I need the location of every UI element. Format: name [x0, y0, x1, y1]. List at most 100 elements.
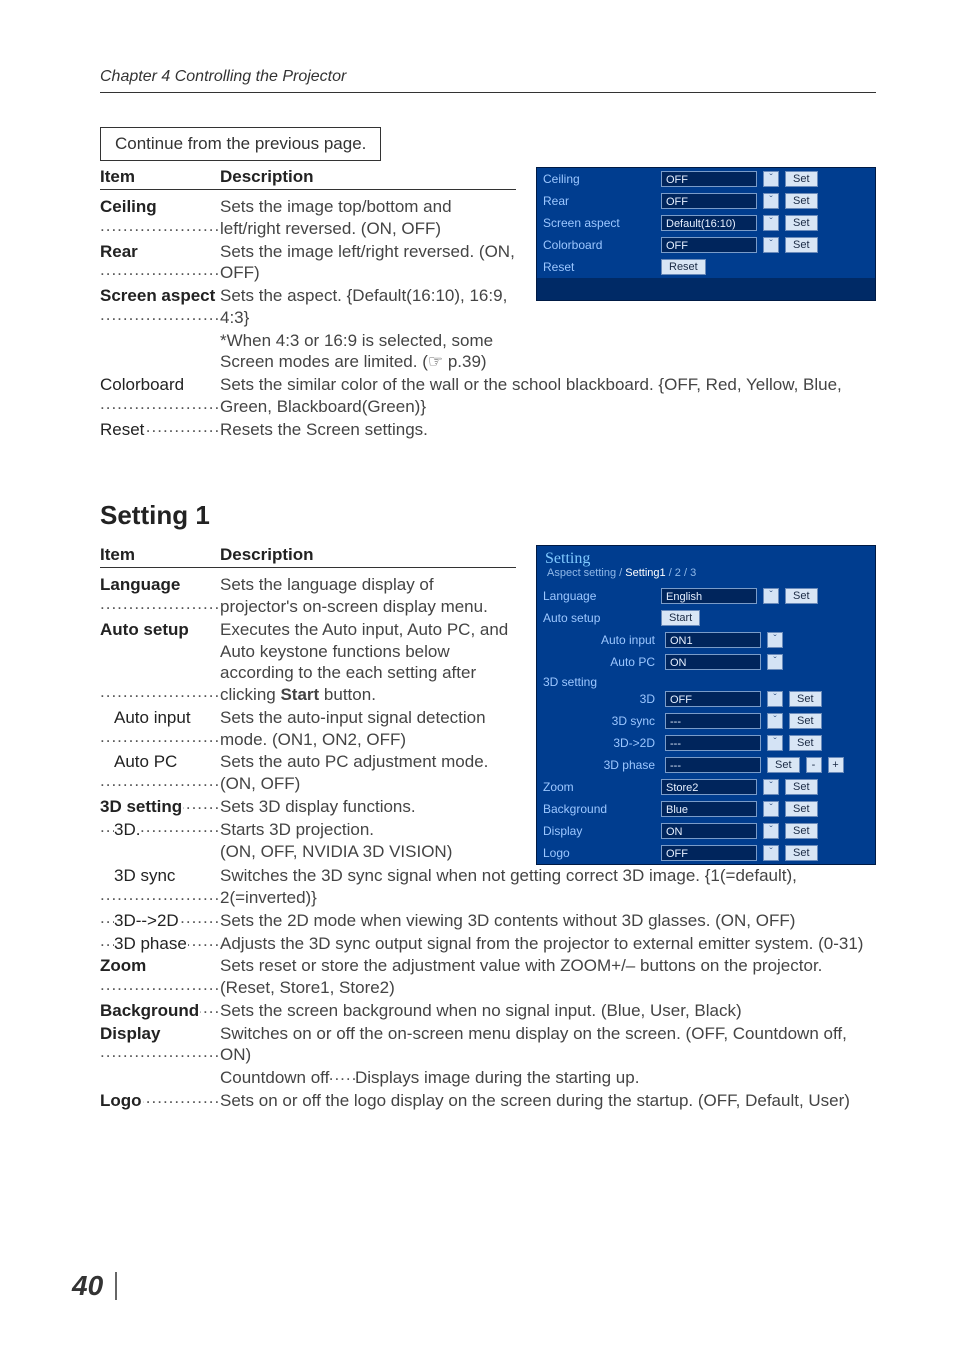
- chevron-down-icon[interactable]: ˇ: [763, 193, 779, 209]
- item-label: 3D sync.................................…: [100, 865, 220, 909]
- chevron-down-icon[interactable]: ˇ: [763, 845, 779, 861]
- item-label: 3D phase................................…: [100, 933, 220, 955]
- item-desc: Starts 3D projection.: [220, 819, 516, 841]
- panel-label: 3D sync: [597, 715, 659, 727]
- chevron-down-icon[interactable]: ˇ: [763, 215, 779, 231]
- item-desc: Executes the Auto input, Auto PC, and Au…: [220, 619, 516, 706]
- set-button[interactable]: Set: [789, 691, 822, 707]
- panel-row: Auto inputON1ˇ: [537, 629, 875, 651]
- plus-button[interactable]: +: [828, 757, 844, 773]
- select-value[interactable]: ---: [665, 713, 761, 729]
- item-desc: (ON, OFF, NVIDIA 3D VISION): [220, 841, 516, 863]
- definition-row: (ON, OFF, NVIDIA 3D VISION): [100, 841, 516, 863]
- item-label: Auto input..............................…: [100, 707, 220, 751]
- set-button[interactable]: Set: [785, 237, 818, 253]
- chevron-down-icon[interactable]: ˇ: [767, 713, 783, 729]
- panel-label: Background: [543, 803, 655, 815]
- item-desc: Sets the aspect. {Default(16:10), 16:9, …: [220, 285, 516, 329]
- item-desc: Sets the language display of projector's…: [220, 574, 516, 618]
- select-value[interactable]: Default(16:10): [661, 215, 757, 231]
- item-desc: Switches on or off the on-screen menu di…: [220, 1023, 876, 1067]
- item-desc: Sets the image top/bottom and left/right…: [220, 196, 516, 240]
- set-button[interactable]: Set: [789, 735, 822, 751]
- chevron-down-icon[interactable]: ˇ: [763, 801, 779, 817]
- select-value[interactable]: OFF: [661, 237, 757, 253]
- select-value[interactable]: ---: [665, 757, 761, 773]
- set-button[interactable]: Set: [785, 588, 818, 604]
- select-value[interactable]: OFF: [661, 193, 757, 209]
- panel-label: Rear: [543, 195, 655, 207]
- panel-label: 3D->2D: [597, 737, 659, 749]
- panel-label: Auto setup: [543, 612, 655, 624]
- definition-row: 3D sync.................................…: [100, 865, 876, 909]
- definition-row: 3D phase................................…: [100, 933, 876, 955]
- set-button[interactable]: Set: [785, 193, 818, 209]
- chevron-down-icon[interactable]: ˇ: [763, 588, 779, 604]
- select-value[interactable]: OFF: [661, 171, 757, 187]
- panel-row: 3DOFFˇSet: [537, 688, 875, 710]
- minus-button[interactable]: -: [806, 757, 822, 773]
- item-desc: Sets reset or store the adjustment value…: [220, 955, 876, 999]
- item-desc: Sets the auto PC adjustment mode. (ON, O…: [220, 751, 516, 795]
- item-desc: Sets 3D display functions.: [220, 796, 516, 818]
- select-value[interactable]: ON1: [665, 632, 761, 648]
- set-button[interactable]: Set: [785, 779, 818, 795]
- item-desc: Adjusts the 3D sync output signal from t…: [220, 933, 876, 955]
- panel-row: LogoOFFˇSet: [537, 842, 875, 864]
- set-button[interactable]: Set: [785, 845, 818, 861]
- set-button[interactable]: Set: [785, 823, 818, 839]
- item-desc: Countdown off...........................…: [220, 1067, 876, 1089]
- action-button[interactable]: Start: [661, 610, 700, 626]
- item-label: Language................................…: [100, 574, 220, 618]
- action-button[interactable]: Reset: [661, 259, 706, 275]
- set-button[interactable]: Set: [789, 713, 822, 729]
- chevron-down-icon[interactable]: ˇ: [767, 691, 783, 707]
- continue-note: Continue from the previous page.: [100, 127, 381, 161]
- col-item: Item: [100, 167, 220, 187]
- definition-row: 3D setting..............................…: [100, 796, 516, 818]
- item-label: [100, 841, 220, 863]
- select-value[interactable]: English: [661, 588, 757, 604]
- item-desc: *When 4:3 or 16:9 is selected, some Scre…: [220, 330, 516, 374]
- panel-label: Ceiling: [543, 173, 655, 185]
- select-value[interactable]: Store2: [661, 779, 757, 795]
- panel-row: Background Blue ˇ Set: [537, 798, 875, 820]
- definition-row: Reset...................................…: [100, 419, 876, 441]
- definition-row: Countdown off...........................…: [100, 1067, 876, 1089]
- panel-row: Rear OFF ˇ Set: [537, 190, 875, 212]
- set-button[interactable]: Set: [785, 801, 818, 817]
- chevron-down-icon[interactable]: ˇ: [763, 823, 779, 839]
- col-desc-2: Description: [220, 545, 516, 565]
- panel-label: Screen aspect: [543, 217, 655, 229]
- select-value[interactable]: ON: [661, 823, 757, 839]
- item-label: [100, 330, 220, 374]
- chevron-down-icon[interactable]: ˇ: [763, 171, 779, 187]
- item-label: Colorboard..............................…: [100, 374, 220, 418]
- chevron-down-icon[interactable]: ˇ: [763, 237, 779, 253]
- item-desc: Sets on or off the logo display on the s…: [220, 1090, 876, 1112]
- screenshot-panel-screen: Ceiling OFF ˇ Set Rear OFF ˇ Set Screen aspect De…: [536, 167, 876, 301]
- item-desc: Sets the image left/right reversed. (ON,…: [220, 241, 516, 285]
- select-value[interactable]: ---: [665, 735, 761, 751]
- panel-row: ColorboardOFFˇSet: [537, 234, 875, 256]
- panel-breadcrumb: Aspect setting / Setting1 / 2 / 3: [537, 567, 875, 585]
- select-value[interactable]: ON: [665, 654, 761, 670]
- definition-row: 3D-->2D.................................…: [100, 910, 876, 932]
- chevron-down-icon[interactable]: ˇ: [767, 735, 783, 751]
- chevron-down-icon[interactable]: ˇ: [767, 632, 783, 648]
- item-label: Screen aspect...........................…: [100, 285, 220, 329]
- select-value[interactable]: OFF: [661, 845, 757, 861]
- set-button[interactable]: Set: [785, 171, 818, 187]
- chevron-down-icon[interactable]: ˇ: [767, 654, 783, 670]
- chevron-down-icon[interactable]: ˇ: [763, 779, 779, 795]
- item-label: 3D......................................…: [100, 819, 220, 841]
- set-button[interactable]: Set: [767, 757, 800, 773]
- item-label: Logo....................................…: [100, 1090, 220, 1112]
- select-value[interactable]: Blue: [661, 801, 757, 817]
- page-number: 40: [72, 1272, 117, 1300]
- col-desc: Description: [220, 167, 516, 187]
- definition-row: Auto input..............................…: [100, 707, 516, 751]
- select-value[interactable]: OFF: [665, 691, 761, 707]
- panel-row: Auto setup Start: [537, 607, 875, 629]
- set-button[interactable]: Set: [785, 215, 818, 231]
